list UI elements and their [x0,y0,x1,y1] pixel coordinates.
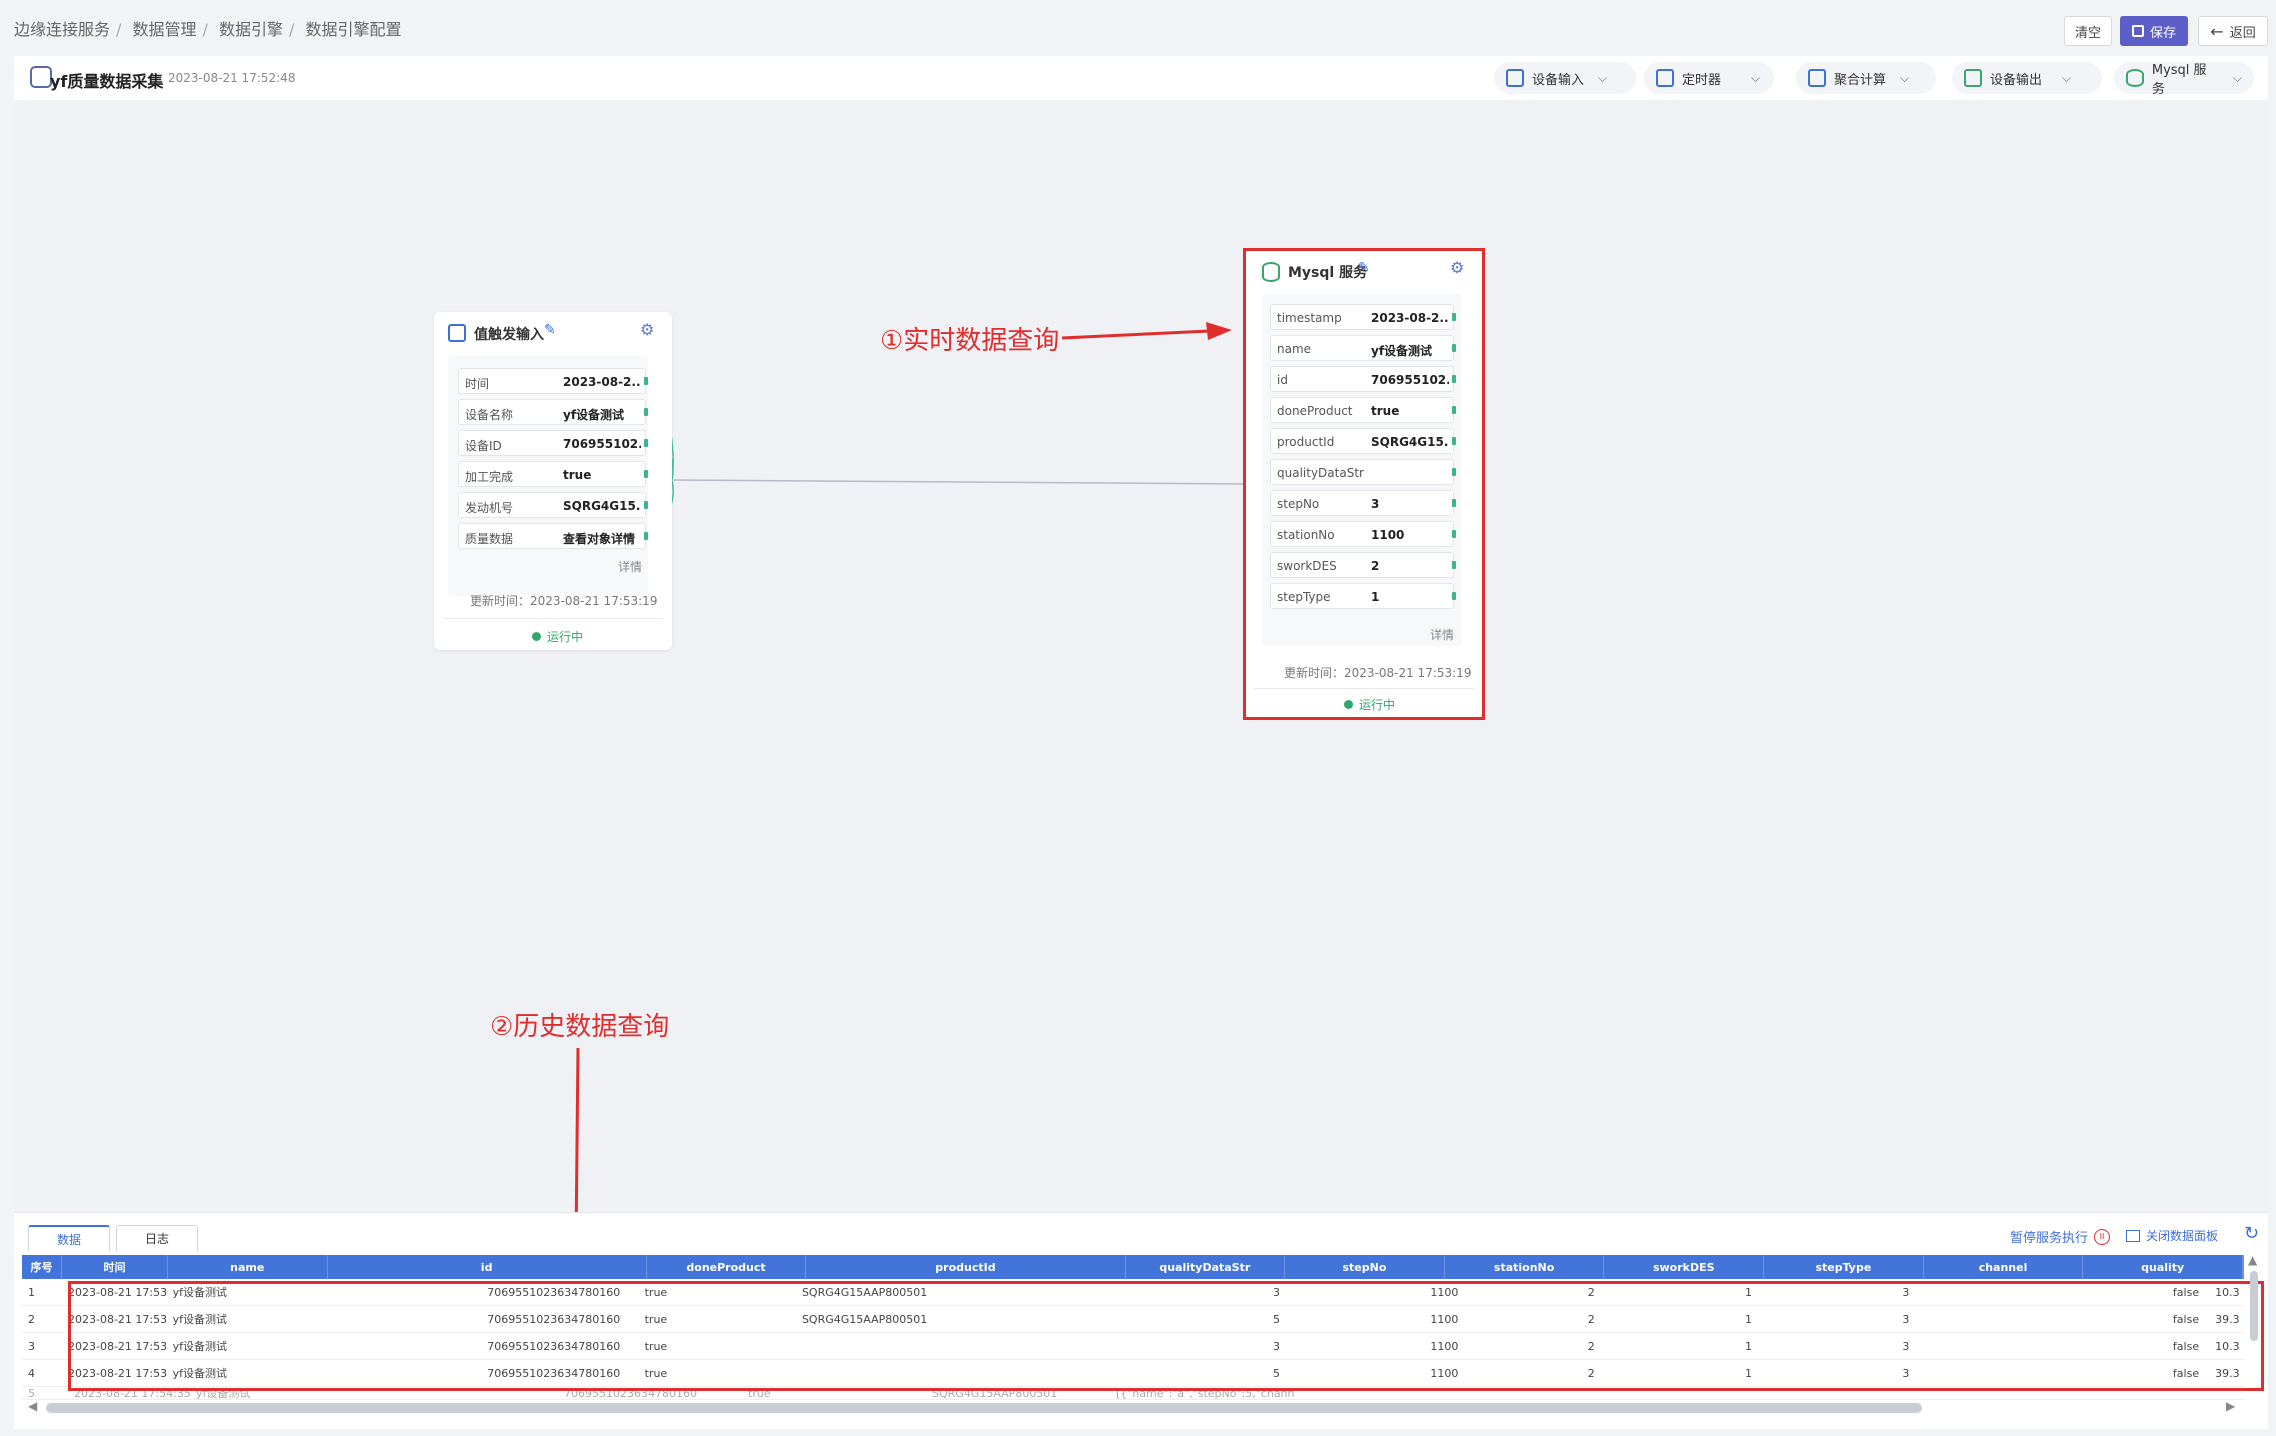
realtime-highlight-box [1243,248,1485,720]
column-header[interactable]: stepNo [1285,1255,1445,1279]
realtime-arrowhead [1206,322,1232,340]
updated-time: 更新时间：2023-08-21 17:53:19 [470,594,658,608]
table-header: 序号 时间 name id doneProduct productId qual… [22,1255,2244,1279]
data-panel: 数据 日志 暂停服务执行 II 关闭数据面板 ↻ 序号 时间 name id d… [14,1212,2268,1429]
column-header[interactable]: id [328,1255,647,1279]
column-header[interactable]: qualityDataStr [1126,1255,1286,1279]
column-header[interactable]: 序号 [22,1255,63,1279]
realtime-arrow [1061,329,1211,340]
column-header[interactable]: channel [1924,1255,2084,1279]
history-highlight-box [68,1281,2264,1391]
field-row[interactable]: 加工完成 true [458,461,648,487]
column-header[interactable]: stationNo [1445,1255,1605,1279]
history-table: 序号 时间 name id doneProduct productId qual… [22,1255,2244,1279]
collapse-icon [2126,1229,2140,1242]
field-row[interactable]: 发动机号 SQRG4G15... [458,492,648,518]
horizontal-scrollbar[interactable] [46,1403,1922,1413]
field-row[interactable]: 质量数据 查看对象详情 [458,523,648,549]
node-value-trigger-input[interactable]: 值触发输入 ✎ ⚙ 时间 2023-08-2... 设备名称 yf设备测试 设备ID… [434,312,672,650]
edit-icon[interactable]: ✎ [544,322,556,338]
node-title: 值触发输入 [474,327,544,343]
field-row[interactable]: 设备名称 yf设备测试 [458,399,648,425]
scroll-up-icon[interactable]: ▲ [2248,1253,2257,1267]
close-panel-button[interactable]: 关闭数据面板 [2126,1227,2218,1244]
gear-icon[interactable]: ⚙ [640,320,654,339]
column-header[interactable]: quality [2083,1255,2243,1279]
device-input-icon [448,324,466,342]
column-header[interactable]: doneProduct [647,1255,807,1279]
annotation-realtime: ①实时数据查询 [880,326,1060,356]
column-header[interactable]: name [168,1255,328,1279]
scroll-left-icon[interactable]: ◀ [28,1399,37,1413]
pause-icon: II [2094,1228,2111,1245]
scroll-right-icon[interactable]: ▶ [2226,1399,2235,1413]
tab-data[interactable]: 数据 [28,1225,110,1251]
column-header[interactable]: 时间 [62,1255,168,1279]
tab-log[interactable]: 日志 [116,1225,198,1251]
field-row[interactable]: 时间 2023-08-2... [458,368,648,394]
refresh-icon[interactable]: ↻ [2244,1223,2259,1244]
column-header[interactable]: sworkDES [1604,1255,1765,1279]
column-header[interactable]: stepType [1764,1255,1924,1279]
field-row[interactable]: 设备ID706955102... [458,430,648,456]
pause-service-button[interactable]: 暂停服务执行 II [2010,1227,2111,1246]
annotation-history: ②历史数据查询 [490,1012,670,1042]
status-badge: 运行中 [532,628,583,645]
column-header[interactable]: productId [806,1255,1126,1279]
flow-link [671,479,1247,485]
detail-link[interactable]: 详情 [618,558,642,575]
vertical-scrollbar[interactable] [2250,1271,2258,1341]
